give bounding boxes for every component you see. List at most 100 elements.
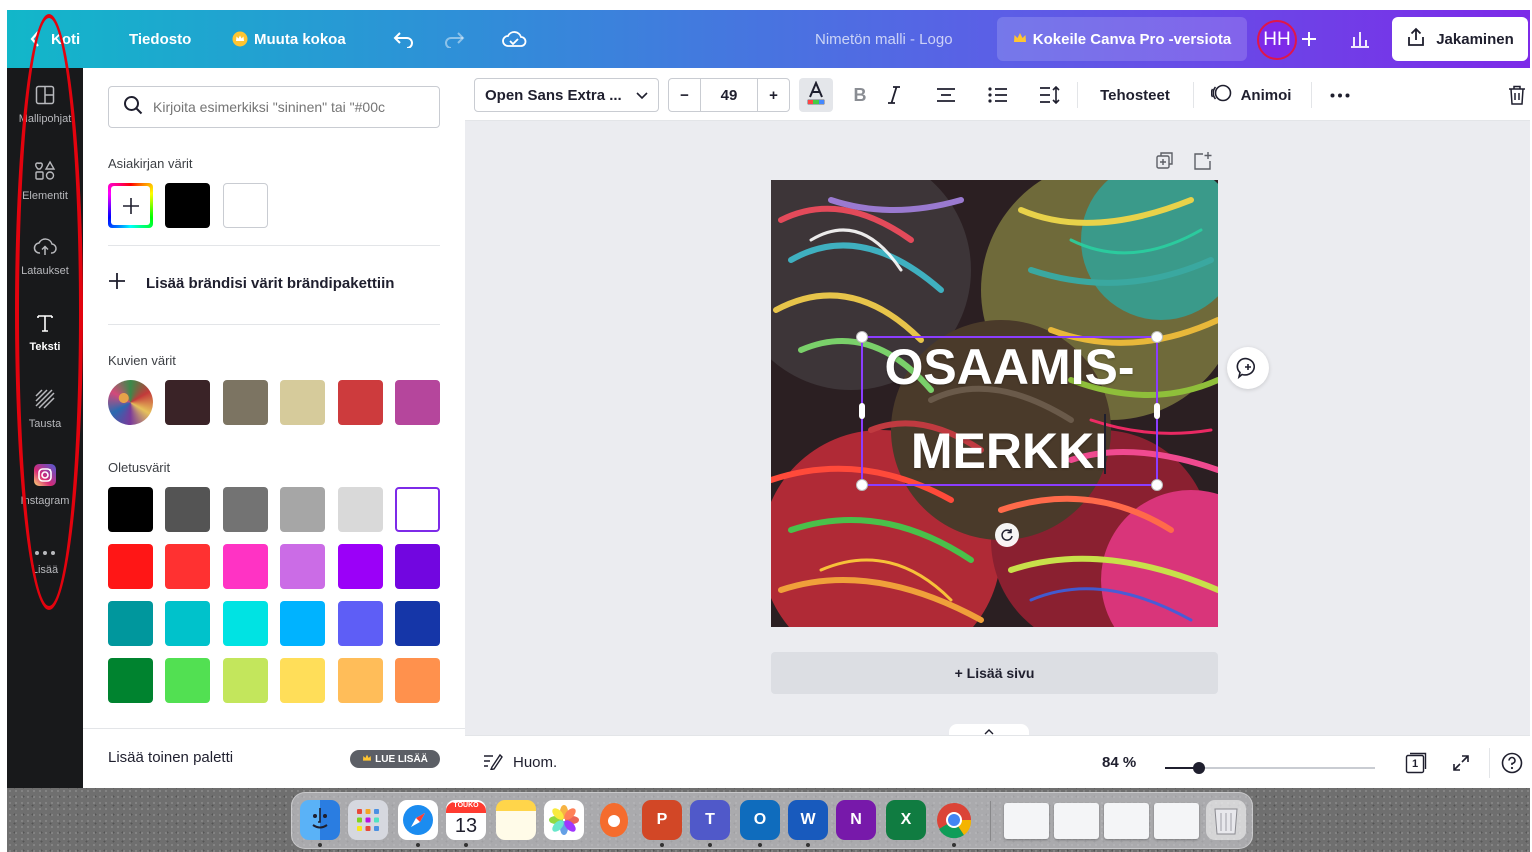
list-icon[interactable] (983, 78, 1013, 112)
read-more-badge[interactable]: LUE LISÄÄ (350, 750, 440, 768)
photo-color-swatch[interactable] (165, 380, 211, 425)
minimized-window[interactable] (1154, 803, 1199, 839)
italic-icon[interactable] (879, 78, 909, 112)
word-icon[interactable]: W (788, 800, 828, 840)
default-color-swatch[interactable] (165, 487, 211, 532)
default-color-swatch[interactable] (108, 601, 153, 646)
document-color-swatch[interactable] (222, 183, 268, 228)
text-color-button[interactable] (799, 78, 833, 112)
rail-item-elements[interactable]: Elementit (7, 146, 83, 216)
add-page-button[interactable]: + Lisää sivu (771, 652, 1218, 694)
side-handle[interactable] (1154, 403, 1160, 419)
default-color-swatch[interactable] (337, 487, 383, 532)
undo-icon[interactable] (393, 10, 415, 68)
rail-item-uploads[interactable]: Lataukset (7, 222, 83, 292)
add-brand-colors-button[interactable]: Lisää brändisi värit brändipakettiin (108, 271, 394, 295)
default-color-swatch[interactable] (165, 544, 211, 589)
calendar-icon[interactable]: TOUKO 13 (446, 800, 486, 840)
default-color-swatch[interactable] (280, 487, 326, 532)
notes-app-icon[interactable] (496, 800, 536, 840)
redo-icon[interactable] (443, 10, 465, 68)
outlook-icon[interactable]: O (740, 800, 780, 840)
resize-handle[interactable] (1151, 479, 1163, 491)
default-color-swatch[interactable] (337, 658, 383, 703)
rail-item-background[interactable]: Tausta (7, 374, 83, 444)
default-color-swatch[interactable] (222, 487, 268, 532)
add-collaborator-button[interactable] (1301, 10, 1317, 68)
resize-handle[interactable] (856, 331, 868, 343)
selection-box[interactable] (856, 331, 1163, 491)
photo-color-swatch[interactable] (280, 380, 326, 425)
effects-button[interactable]: Tehosteet (1089, 78, 1181, 112)
color-search-input[interactable] (153, 99, 423, 115)
photos-icon[interactable] (544, 800, 584, 840)
notes-button[interactable]: Huom. (483, 736, 557, 788)
increase-size-button[interactable]: + (757, 79, 789, 111)
default-color-swatch[interactable] (395, 544, 440, 589)
photo-thumbnail[interactable] (108, 380, 153, 425)
rail-item-text[interactable]: Teksti (7, 298, 83, 368)
onenote-icon[interactable]: N (836, 800, 876, 840)
fullscreen-icon[interactable] (1451, 736, 1471, 788)
default-color-swatch[interactable] (395, 601, 440, 646)
zoom-value[interactable]: 84 % (1102, 736, 1136, 788)
spacing-icon[interactable] (1035, 78, 1065, 112)
default-color-swatch[interactable] (222, 658, 268, 703)
animate-button[interactable]: Animoi (1205, 78, 1297, 112)
safari-icon[interactable] (398, 800, 438, 840)
document-color-swatch[interactable] (165, 183, 211, 228)
default-color-swatch[interactable] (165, 658, 211, 703)
teams-icon[interactable]: T (690, 800, 730, 840)
minimized-window[interactable] (1004, 803, 1049, 839)
origin-icon[interactable] (594, 800, 634, 840)
cloud-save-icon[interactable] (501, 10, 527, 68)
photo-color-swatch[interactable] (222, 380, 268, 425)
default-color-swatch[interactable] (395, 487, 440, 532)
file-menu[interactable]: Tiedosto (129, 10, 191, 68)
design-title[interactable]: Nimetön malli - Logo (815, 10, 953, 68)
add-color-button[interactable] (108, 183, 153, 228)
trash-icon[interactable] (1505, 78, 1529, 112)
side-handle[interactable] (859, 403, 865, 419)
default-color-swatch[interactable] (108, 658, 153, 703)
minimized-window[interactable] (1104, 803, 1149, 839)
add-comment-icon[interactable] (1227, 347, 1269, 389)
color-search[interactable] (108, 86, 440, 128)
minimized-window[interactable] (1054, 803, 1099, 839)
add-page-icon[interactable] (1193, 151, 1213, 176)
default-color-swatch[interactable] (280, 658, 326, 703)
resize-button[interactable]: Muuta kokoa (232, 10, 346, 68)
excel-icon[interactable]: X (886, 800, 926, 840)
default-color-swatch[interactable] (337, 544, 383, 589)
insights-icon[interactable] (1349, 10, 1371, 68)
photo-color-swatch[interactable] (395, 380, 440, 425)
default-color-swatch[interactable] (165, 601, 211, 646)
photo-color-swatch[interactable] (337, 380, 383, 425)
trash-icon[interactable] (1206, 800, 1246, 840)
more-options-icon[interactable] (1323, 78, 1357, 112)
bold-icon[interactable]: B (845, 78, 875, 112)
chrome-icon[interactable] (934, 800, 974, 840)
share-button[interactable]: Jakaminen (1392, 17, 1528, 61)
finder-icon[interactable] (300, 800, 340, 840)
help-icon[interactable] (1501, 736, 1523, 788)
font-family-select[interactable]: Open Sans Extra ... (474, 78, 659, 112)
zoom-slider-knob[interactable] (1192, 762, 1205, 774)
default-color-swatch[interactable] (108, 544, 153, 589)
default-color-swatch[interactable] (280, 601, 326, 646)
default-color-swatch[interactable] (222, 601, 268, 646)
default-color-swatch[interactable] (280, 544, 326, 589)
duplicate-page-icon[interactable] (1155, 151, 1175, 176)
font-size-value[interactable]: 49 (701, 79, 757, 111)
resize-handle[interactable] (856, 479, 868, 491)
rail-item-templates[interactable]: Mallipohjat (7, 70, 83, 140)
decrease-size-button[interactable]: − (669, 79, 701, 111)
default-color-swatch[interactable] (222, 544, 268, 589)
try-pro-button[interactable]: Kokeile Canva Pro -versiota (997, 17, 1247, 61)
rail-item-instagram[interactable]: Instagram (7, 450, 83, 520)
rail-item-more[interactable]: Lisää (7, 526, 83, 596)
design-page[interactable]: OSAAMIS- MERKKI (771, 180, 1218, 627)
default-color-swatch[interactable] (395, 658, 440, 703)
rotate-handle-icon[interactable] (995, 523, 1019, 547)
page-count-button[interactable]: 1 (1405, 736, 1427, 788)
